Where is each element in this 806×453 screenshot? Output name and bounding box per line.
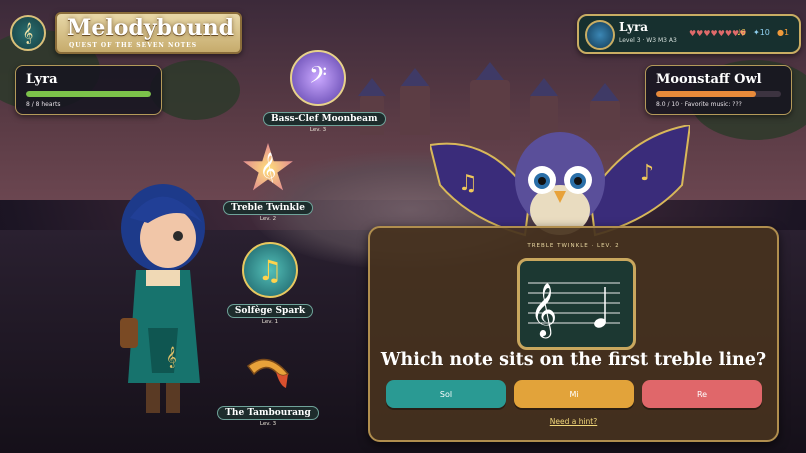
creature-level: Lev. 1 xyxy=(261,319,279,325)
enemy-status-panel: Moonstaff Owl 8.0 / 10 · Favorite music:… xyxy=(645,65,792,115)
creature-treble-twinkle[interactable]: 𝄞 Treble Twinkle Lev. 2 xyxy=(213,143,323,222)
creature-name: Bass-Clef Moonbeam xyxy=(263,112,386,126)
creature-level: Lev. 3 xyxy=(259,421,277,427)
game-title-plaque: Melodybound QUEST OF THE SEVEN NOTES xyxy=(55,12,242,54)
svg-text:♫: ♫ xyxy=(458,171,478,196)
creature-level: Lev. 3 xyxy=(309,127,327,133)
coins-stat: ●1 xyxy=(777,28,790,37)
enemy-hp-fill xyxy=(656,91,756,97)
game-subtitle: QUEST OF THE SEVEN NOTES xyxy=(69,42,198,49)
question-text: Which note sits on the first treble line… xyxy=(380,350,767,370)
player-hp-bar xyxy=(26,91,151,97)
boomerang-icon xyxy=(242,348,294,400)
enemy-hp-bar xyxy=(656,91,781,97)
answer-button-re[interactable]: Re xyxy=(642,380,762,408)
treble-staff-display: 𝄞 xyxy=(517,258,636,350)
player-status-panel: Lyra 8 / 8 hearts xyxy=(15,65,162,115)
treble-star-icon: 𝄞 xyxy=(243,143,293,191)
creature-solfege-spark[interactable]: ♫ Solfège Spark Lev. 1 xyxy=(215,242,325,325)
creature-bass-clef-moonbeam[interactable]: 𝄢 Bass-Clef Moonbeam Lev. 3 xyxy=(263,50,386,133)
question-card-header: TREBLE TWINKLE · LEV. 2 xyxy=(527,243,620,249)
treble-clef-icon: 𝄞 xyxy=(10,15,46,51)
creature-tambourang[interactable]: The Tambourang Lev. 3 xyxy=(213,348,323,427)
player-hp-fill xyxy=(26,91,151,97)
answer-button-mi[interactable]: Mi xyxy=(514,380,634,408)
player-hud-level: Level 3 · W3 M3 A3 xyxy=(619,37,677,44)
player-avatar[interactable] xyxy=(585,20,615,50)
enemy-status-text: 8.0 / 10 · Favorite music: ??? xyxy=(656,101,742,108)
creature-name: Treble Twinkle xyxy=(223,201,313,215)
enemy-panel-name: Moonstaff Owl xyxy=(656,72,762,87)
question-card: TREBLE TWINKLE · LEV. 2 𝄞 Which note sit… xyxy=(368,226,779,442)
player-hud: Lyra Level 3 · W3 M3 A3 ♥♥♥♥♥♥♥♥ ♩6 ✦10 … xyxy=(577,14,801,54)
player-panel-name: Lyra xyxy=(26,72,58,87)
player-hearts-text: 8 / 8 hearts xyxy=(26,101,61,108)
svg-text:𝄞: 𝄞 xyxy=(530,282,557,338)
music-notes-icon: ♫ xyxy=(242,242,298,298)
notes-stat: ♩6 xyxy=(737,28,746,37)
answer-button-sol[interactable]: Sol xyxy=(386,380,506,408)
player-character-lyra: 𝄞 xyxy=(108,178,218,428)
stars-stat: ✦10 xyxy=(753,28,770,37)
hint-link[interactable]: Need a hint? xyxy=(370,417,777,426)
creature-name: Solfège Spark xyxy=(226,304,314,318)
player-hud-name: Lyra xyxy=(619,20,649,34)
game-title: Melodybound xyxy=(67,15,234,41)
svg-text:♪: ♪ xyxy=(640,161,654,186)
bass-clef-moon-icon: 𝄢 xyxy=(290,50,346,106)
creature-level: Lev. 2 xyxy=(259,216,277,222)
creature-name: The Tambourang xyxy=(217,406,319,420)
svg-text:𝄞: 𝄞 xyxy=(166,347,177,368)
